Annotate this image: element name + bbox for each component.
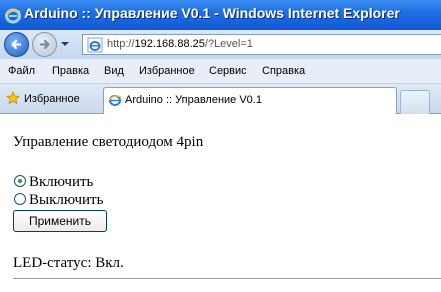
ie-logo-icon [5,8,21,24]
tab-ie-icon [108,95,122,106]
arrow-left-icon [11,39,22,50]
radio-off-label: Выключить [29,192,104,208]
menu-view[interactable]: Вид [104,65,124,77]
apply-button[interactable]: Применить [13,210,107,232]
new-tab-button[interactable] [400,90,430,114]
star-icon [6,91,20,105]
favorites-button[interactable]: Избранное [6,91,80,105]
forward-button[interactable] [32,32,57,57]
menu-help[interactable]: Справка [262,65,305,77]
divider [13,278,441,279]
page-ie-icon [87,37,103,53]
menu-favorites[interactable]: Избранное [139,65,195,77]
tab-bar: Избранное Arduino :: Управление V0.1 [0,84,441,114]
tab-title: Arduino :: Управление V0.1 [125,94,262,106]
recent-pages-dropdown-icon[interactable] [60,39,70,49]
radio-on-label: Включить [29,174,94,190]
page-heading: Управление светодиодом 4pin [13,134,204,150]
window-titlebar: Arduino :: Управление V0.1 - Windows Int… [0,0,441,30]
address-url: http://192.168.88.25/?Level=1 [107,38,253,50]
radio-off[interactable] [14,193,26,205]
radio-on-row[interactable]: Включить [14,174,93,191]
menu-edit[interactable]: Правка [52,65,89,77]
tab-arduino[interactable]: Arduino :: Управление V0.1 [103,87,397,114]
address-bar[interactable]: http://192.168.88.25/?Level=1 [82,34,441,55]
menu-tools[interactable]: Сервис [209,65,247,77]
favorites-label: Избранное [24,93,80,105]
radio-on[interactable] [14,175,26,187]
led-status-text: LED-статус: Вкл. [13,255,124,271]
menu-file[interactable]: Файл [8,65,35,77]
address-row: http://192.168.88.25/?Level=1 [0,30,441,59]
back-button[interactable] [4,32,29,57]
menu-bar: Файл Правка Вид Избранное Сервис Справка [0,59,441,84]
arrow-right-icon [39,39,50,50]
radio-off-row[interactable]: Выключить [14,192,103,209]
window-title: Arduino :: Управление V0.1 - Windows Int… [24,5,400,21]
page-content: Управление светодиодом 4pin Включить Вык… [0,114,441,292]
